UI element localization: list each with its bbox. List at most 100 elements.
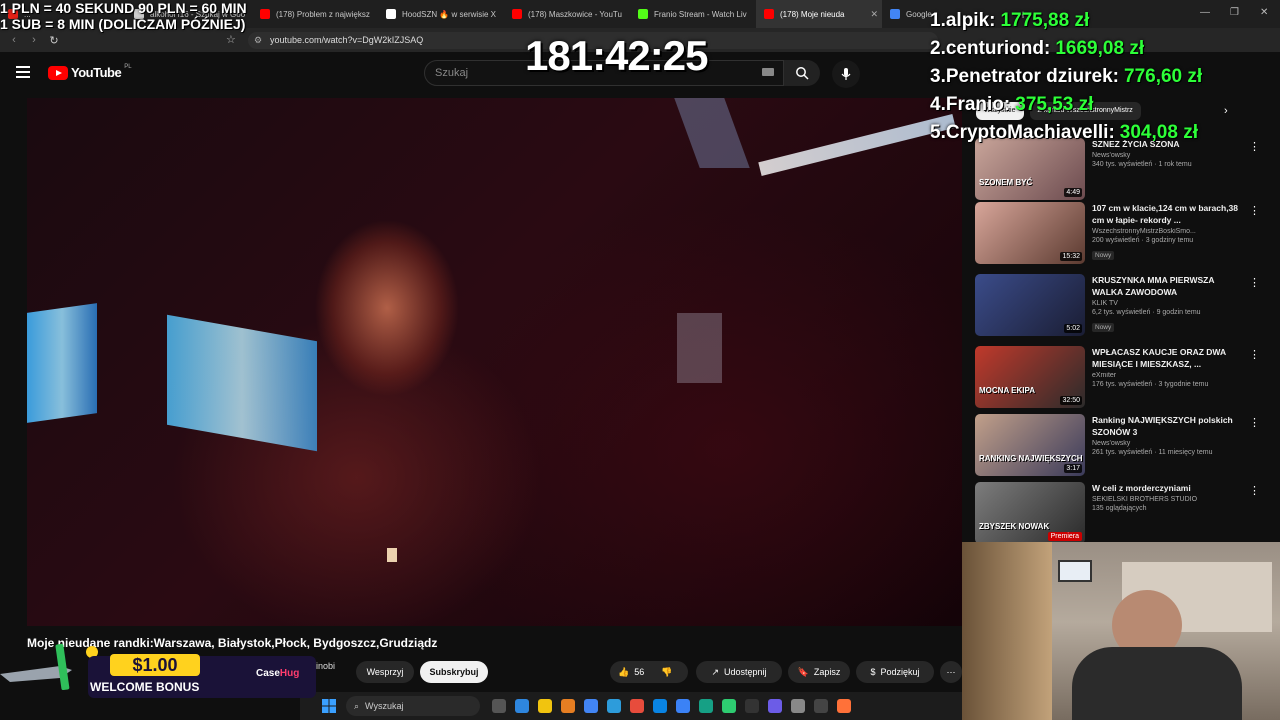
video-meta: 176 tys. wyświetleń · 3 tygodnie temu xyxy=(1092,381,1209,388)
like-icon[interactable]: 👍 xyxy=(618,667,629,678)
video-channel[interactable]: News'owsky xyxy=(1092,440,1242,447)
tab-favicon-icon xyxy=(260,9,270,19)
close-tab-icon[interactable]: ✕ xyxy=(870,9,878,20)
video-duration: 4:49 xyxy=(1064,188,1082,197)
back-icon[interactable]: ‹ xyxy=(4,34,24,46)
support-button[interactable]: Wesprzyj xyxy=(356,661,414,683)
promo-brand: CaseHug xyxy=(256,668,299,679)
video-menu-icon[interactable]: ⋮ xyxy=(1249,348,1260,361)
more-actions-button[interactable]: ⋯ xyxy=(940,661,962,683)
browser-tab[interactable]: HoodSZN 🔥 w serwisie X xyxy=(378,0,504,28)
bookmark-icon[interactable]: ☆ xyxy=(226,33,236,46)
taskbar-app-icon[interactable] xyxy=(561,699,575,713)
video-duration: Premiera xyxy=(1047,532,1082,541)
video-info: KRUSZYNKA MMA PIERWSZA WALKA ZAWODOWA KLI… xyxy=(1092,274,1242,334)
recommended-video[interactable]: 15:32 107 cm w klacie,124 cm w barach,38 … xyxy=(975,202,1275,266)
donation-rates-overlay: 1 PLN = 40 SEKUND 90 PLN = 60 MIN 1 SUB … xyxy=(0,0,247,32)
taskbar-app-icon[interactable] xyxy=(699,699,713,713)
thumbnail-caption: SZONEM BYĆ xyxy=(979,178,1033,187)
taskbar-app-icon[interactable] xyxy=(584,699,598,713)
video-menu-icon[interactable]: ⋮ xyxy=(1249,484,1260,497)
video-title-link[interactable]: W celi z morderczyniami xyxy=(1092,482,1242,494)
browser-tab[interactable]: (178) Maszkowice - YouTu xyxy=(504,0,630,28)
video-duration: 32:50 xyxy=(1060,396,1082,405)
video-title-link[interactable]: WPŁACASZ KAUCJE ORAZ DWA MIESIĄCE I MIES… xyxy=(1092,346,1242,370)
taskbar-app-icon[interactable] xyxy=(515,699,529,713)
webcam-monitor xyxy=(1058,560,1092,582)
taskbar-app-icon[interactable] xyxy=(676,699,690,713)
taskbar-app-icon[interactable] xyxy=(653,699,667,713)
video-thumbnail[interactable]: 15:32 xyxy=(975,202,1085,264)
recommended-video[interactable]: ZBYSZEK NOWAK Premiera W celi z morderczyn… xyxy=(975,482,1275,546)
recommended-video[interactable]: MOCNA EKIPA 32:50 WPŁACASZ KAUCJE ORAZ DWA… xyxy=(975,346,1275,410)
youtube-logo[interactable]: YouTube PL xyxy=(48,64,132,80)
tab-favicon-icon xyxy=(512,9,522,19)
taskbar-app-icon[interactable] xyxy=(791,699,805,713)
taskbar-app-icon[interactable] xyxy=(722,699,736,713)
video-menu-icon[interactable]: ⋮ xyxy=(1249,416,1260,429)
windows-start-icon[interactable] xyxy=(322,699,336,713)
tab-label: (178) Problem z największ xyxy=(276,9,370,19)
menu-icon[interactable] xyxy=(16,66,30,78)
video-channel[interactable]: eXmiter xyxy=(1092,372,1242,379)
donor-name: Penetrator dziurek: xyxy=(945,66,1120,87)
share-button[interactable]: ↗ Udostępnij xyxy=(696,661,782,683)
video-title-link[interactable]: Ranking NAJWIĘKSZYCH polskich SZONÓW 3 xyxy=(1092,414,1242,438)
video-meta: 6,2 tys. wyświetleń · 9 godzin temu xyxy=(1092,309,1201,316)
taskbar-app-icon[interactable] xyxy=(814,699,828,713)
promo-banner: $1.00 WELCOME BONUS CaseHug xyxy=(0,628,318,702)
video-meta: 200 wyświetleń · 3 godziny temu xyxy=(1092,237,1194,244)
video-channel[interactable]: WszechstronnyMistrzBoskiSmo... xyxy=(1092,228,1242,235)
url-text: youtube.com/watch?v=DgW2kIZJSAQ xyxy=(270,35,424,45)
video-light-strip xyxy=(758,114,956,176)
voice-search-button[interactable] xyxy=(832,60,860,88)
video-channel[interactable]: SEKIELSKI BROTHERS STUDIO xyxy=(1092,496,1242,503)
thanks-button[interactable]: $ Podziękuj xyxy=(856,661,934,683)
video-thumbnail[interactable]: RANKING NAJWIĘKSZYCH SZONÓW3:17 xyxy=(975,414,1085,476)
video-menu-icon[interactable]: ⋮ xyxy=(1249,204,1260,217)
taskbar-search[interactable]: ⌕ Wyszukaj xyxy=(346,696,480,716)
video-thumbnail[interactable]: SZONEM BYĆ 4:49 xyxy=(975,138,1085,200)
browser-tab[interactable]: Franio Stream - Watch Liv xyxy=(630,0,756,28)
site-info-icon[interactable]: ⚙ xyxy=(254,32,262,49)
donor-rank: 5. xyxy=(930,122,946,143)
dislike-icon[interactable]: 👎 xyxy=(661,667,672,678)
taskbar-app-icon[interactable] xyxy=(538,699,552,713)
recommended-video[interactable]: RANKING NAJWIĘKSZYCH SZONÓW3:17Ranking N… xyxy=(975,414,1275,478)
browser-tab[interactable]: (178) Problem z największ xyxy=(252,0,378,28)
video-title-link[interactable]: 107 cm w klacie,124 cm w barach,38 cm w … xyxy=(1092,202,1242,226)
video-channel[interactable]: KLIK TV xyxy=(1092,300,1242,307)
thumbnail-caption: RANKING NAJWIĘKSZYCH SZONÓW xyxy=(979,454,1085,463)
subscribe-button[interactable]: Subskrybuj xyxy=(420,661,488,683)
video-menu-icon[interactable]: ⋮ xyxy=(1249,276,1260,289)
search-button[interactable] xyxy=(784,60,820,86)
recommended-video[interactable]: SZONEM BYĆ 4:49 SZNEZ ŻYCIA SZONA News'owsk… xyxy=(975,138,1275,202)
taskbar-app-icon[interactable] xyxy=(768,699,782,713)
tab-favicon-icon xyxy=(890,9,900,19)
donor-amount: 1669,08 zł xyxy=(1055,38,1145,59)
tab-label: (178) Moje nieuda xyxy=(780,9,845,19)
taskbar-app-icon[interactable] xyxy=(837,699,851,713)
save-button[interactable]: 🔖 Zapisz xyxy=(788,661,850,683)
reload-icon[interactable]: ↻ xyxy=(44,34,64,47)
taskbar-apps xyxy=(492,699,851,713)
taskbar-app-icon[interactable] xyxy=(745,699,759,713)
taskbar-app-icon[interactable] xyxy=(607,699,621,713)
video-info: Ranking NAJWIĘKSZYCH polskich SZONÓW 3 Ne… xyxy=(1092,414,1242,456)
taskbar-app-icon[interactable] xyxy=(630,699,644,713)
browser-tab[interactable]: (178) Moje nieuda ✕ xyxy=(756,0,882,28)
keyboard-icon[interactable] xyxy=(762,68,774,76)
video-light-center xyxy=(167,314,317,452)
top-donors-overlay: 1.alpik: 1775,88 zł 2.centuriond: 1669,08 z… xyxy=(930,7,1270,147)
video-player[interactable] xyxy=(27,98,962,626)
recommended-video[interactable]: 5:02 KRUSZYNKA MMA PIERWSZA WALKA ZAWODOW… xyxy=(975,274,1275,338)
video-title-link[interactable]: KRUSZYNKA MMA PIERWSZA WALKA ZAWODOWA xyxy=(1092,274,1242,298)
video-thumbnail[interactable]: ZBYSZEK NOWAK Premiera xyxy=(975,482,1085,544)
taskbar-app-icon[interactable] xyxy=(492,699,506,713)
like-count[interactable]: 56 xyxy=(634,667,644,677)
video-thumbnail[interactable]: MOCNA EKIPA 32:50 xyxy=(975,346,1085,408)
forward-icon[interactable]: › xyxy=(24,34,44,46)
webcam-person-body xyxy=(1072,647,1242,720)
video-channel[interactable]: News'owsky xyxy=(1092,152,1242,159)
video-thumbnail[interactable]: 5:02 xyxy=(975,274,1085,336)
